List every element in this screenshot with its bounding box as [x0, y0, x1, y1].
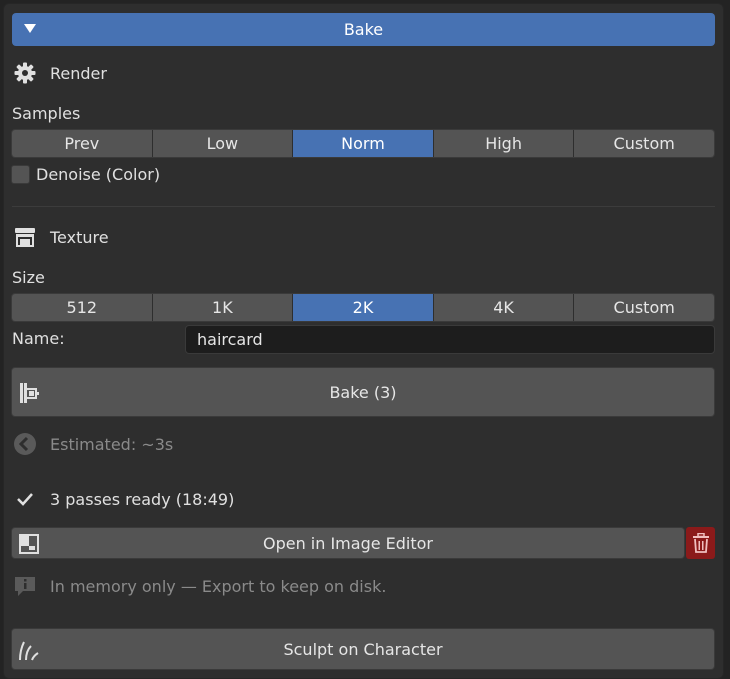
delete-bake-button[interactable]	[686, 527, 715, 559]
bake-icon	[20, 383, 39, 403]
bake-button-label: Bake (3)	[329, 382, 397, 402]
name-label: Name:	[12, 329, 65, 348]
size-option-4k[interactable]: 4K	[433, 294, 575, 321]
info-icon	[15, 577, 35, 596]
texture-title: Texture	[50, 227, 109, 247]
samples-option-custom[interactable]: Custom	[574, 130, 714, 157]
open-image-editor-button[interactable]: Open in Image Editor	[11, 527, 685, 559]
samples-option-low[interactable]: Low	[152, 130, 294, 157]
check-icon	[17, 493, 33, 506]
panel-title: Bake	[343, 20, 384, 39]
sculpt-on-character-button[interactable]: Sculpt on Character	[11, 628, 715, 670]
samples-option-high[interactable]: High	[433, 130, 575, 157]
size-option-512[interactable]: 512	[12, 294, 153, 321]
estimate-text: Estimated: ~3s	[50, 434, 174, 454]
estimate-row: Estimated: ~3s	[13, 432, 173, 456]
bake-button[interactable]: Bake (3)	[11, 367, 715, 417]
denoise-row: Denoise (Color)	[11, 165, 160, 184]
denoise-label: Denoise (Color)	[36, 165, 161, 184]
section-divider	[12, 206, 715, 207]
texture-icon	[15, 228, 35, 247]
size-option-custom[interactable]: Custom	[574, 294, 714, 321]
size-option-1k[interactable]: 1K	[152, 294, 294, 321]
samples-option-norm[interactable]: Norm	[293, 130, 434, 157]
samples-option-prev[interactable]: Prev	[12, 130, 153, 157]
bake-panel-header[interactable]: Bake	[12, 13, 715, 46]
render-title: Render	[50, 63, 107, 83]
sculpt-icon	[19, 641, 39, 661]
samples-selector: Prev Low Norm High Custom	[11, 129, 715, 158]
size-label: Size	[12, 268, 45, 287]
name-input[interactable]: haircard	[185, 325, 715, 354]
gear-icon	[14, 62, 36, 84]
trash-icon	[692, 533, 709, 553]
samples-label: Samples	[12, 104, 81, 123]
triangle-down-icon	[24, 24, 36, 33]
memory-note-text: In memory only — Export to keep on disk.	[50, 576, 387, 596]
denoise-checkbox[interactable]	[11, 165, 30, 184]
status-text: 3 passes ready (18:49)	[50, 489, 235, 509]
texture-section: Texture	[13, 225, 109, 249]
sculpt-button-label: Sculpt on Character	[283, 639, 443, 659]
clock-icon	[14, 433, 36, 455]
size-option-2k[interactable]: 2K	[293, 294, 434, 321]
open-image-editor-label: Open in Image Editor	[262, 533, 434, 553]
image-icon	[19, 534, 39, 554]
render-section: Render	[13, 61, 107, 85]
status-row: 3 passes ready (18:49)	[13, 487, 234, 511]
size-selector: 512 1K 2K 4K Custom	[11, 293, 715, 322]
memory-note-row: In memory only — Export to keep on disk.	[13, 574, 386, 598]
